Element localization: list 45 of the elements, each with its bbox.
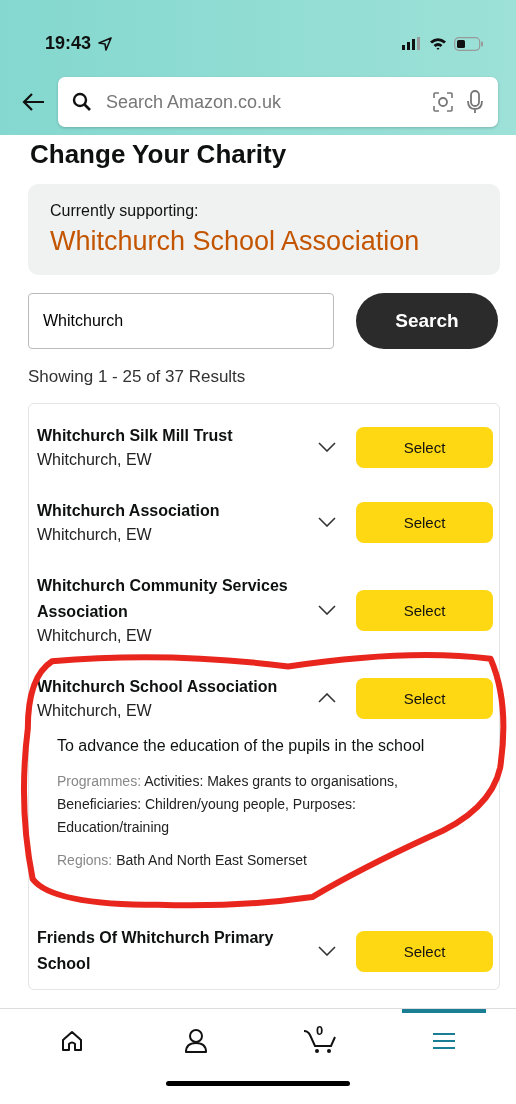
select-button[interactable]: Select bbox=[356, 677, 493, 719]
expand-chevron-icon[interactable] bbox=[318, 442, 336, 452]
search-bar[interactable]: Search Amazon.co.uk bbox=[58, 77, 498, 127]
wifi-icon bbox=[429, 37, 447, 50]
search-icon bbox=[72, 92, 92, 112]
charity-detail: Programmes: Activities: Makes grants to organisations, Beneficiaries: Children/young people, Purposes: Education/training bbox=[57, 772, 399, 837]
charity-location: Whitchurch, EW bbox=[37, 626, 153, 646]
menu-icon bbox=[432, 1031, 456, 1051]
charity-name: Whitchurch Association bbox=[37, 501, 221, 521]
search-button[interactable]: Search bbox=[356, 293, 498, 349]
charity-name: Whitchurch School Association bbox=[37, 677, 279, 697]
charity-detail: Regions: Bath And North East Somerset bbox=[57, 851, 308, 870]
charity-name: Whitchurch Community Services Association bbox=[37, 576, 289, 622]
status-time: 19:43 bbox=[45, 33, 92, 54]
charity-location: Whitchurch, EW bbox=[37, 701, 153, 721]
results-count: Showing 1 - 25 of 37 Results bbox=[28, 367, 247, 387]
signal-icon bbox=[402, 37, 422, 50]
charity-name: Whitchurch Silk Mill Trust bbox=[37, 426, 234, 446]
cart-count: 0 bbox=[316, 1023, 324, 1038]
charity-location: Whitchurch, EW bbox=[37, 450, 153, 470]
microphone-icon[interactable] bbox=[466, 90, 484, 114]
collapse-chevron-icon[interactable] bbox=[318, 693, 336, 703]
select-button[interactable]: Select bbox=[356, 501, 493, 543]
search-input[interactable]: Search Amazon.co.uk bbox=[104, 90, 420, 114]
cart-icon bbox=[303, 1028, 337, 1054]
select-button[interactable]: Select bbox=[356, 426, 493, 468]
current-charity-name: Whitchurch School Association bbox=[50, 226, 421, 257]
expand-chevron-icon[interactable] bbox=[318, 946, 336, 956]
charity-search-field[interactable]: Whitchurch bbox=[28, 293, 334, 349]
page-title: Change Your Charity bbox=[30, 139, 288, 170]
battery-icon bbox=[454, 36, 484, 51]
charity-location: Whitchurch, EW bbox=[37, 525, 153, 545]
cart-tab[interactable]: 0 bbox=[278, 1009, 362, 1069]
select-button[interactable]: Select bbox=[356, 930, 493, 972]
back-arrow-icon[interactable] bbox=[22, 92, 46, 112]
expand-chevron-icon[interactable] bbox=[318, 517, 336, 527]
charity-name: Friends Of Whitchurch Primary School bbox=[37, 928, 275, 974]
location-arrow-icon bbox=[98, 36, 113, 51]
expand-chevron-icon[interactable] bbox=[318, 605, 336, 615]
select-button[interactable]: Select bbox=[356, 589, 493, 631]
camera-scan-icon[interactable] bbox=[432, 91, 454, 113]
home-icon bbox=[60, 1029, 84, 1053]
current-charity-label: Currently supporting: bbox=[50, 202, 200, 220]
charity-description: To advance the education of the pupils in the school bbox=[57, 736, 426, 756]
person-icon bbox=[184, 1028, 208, 1054]
